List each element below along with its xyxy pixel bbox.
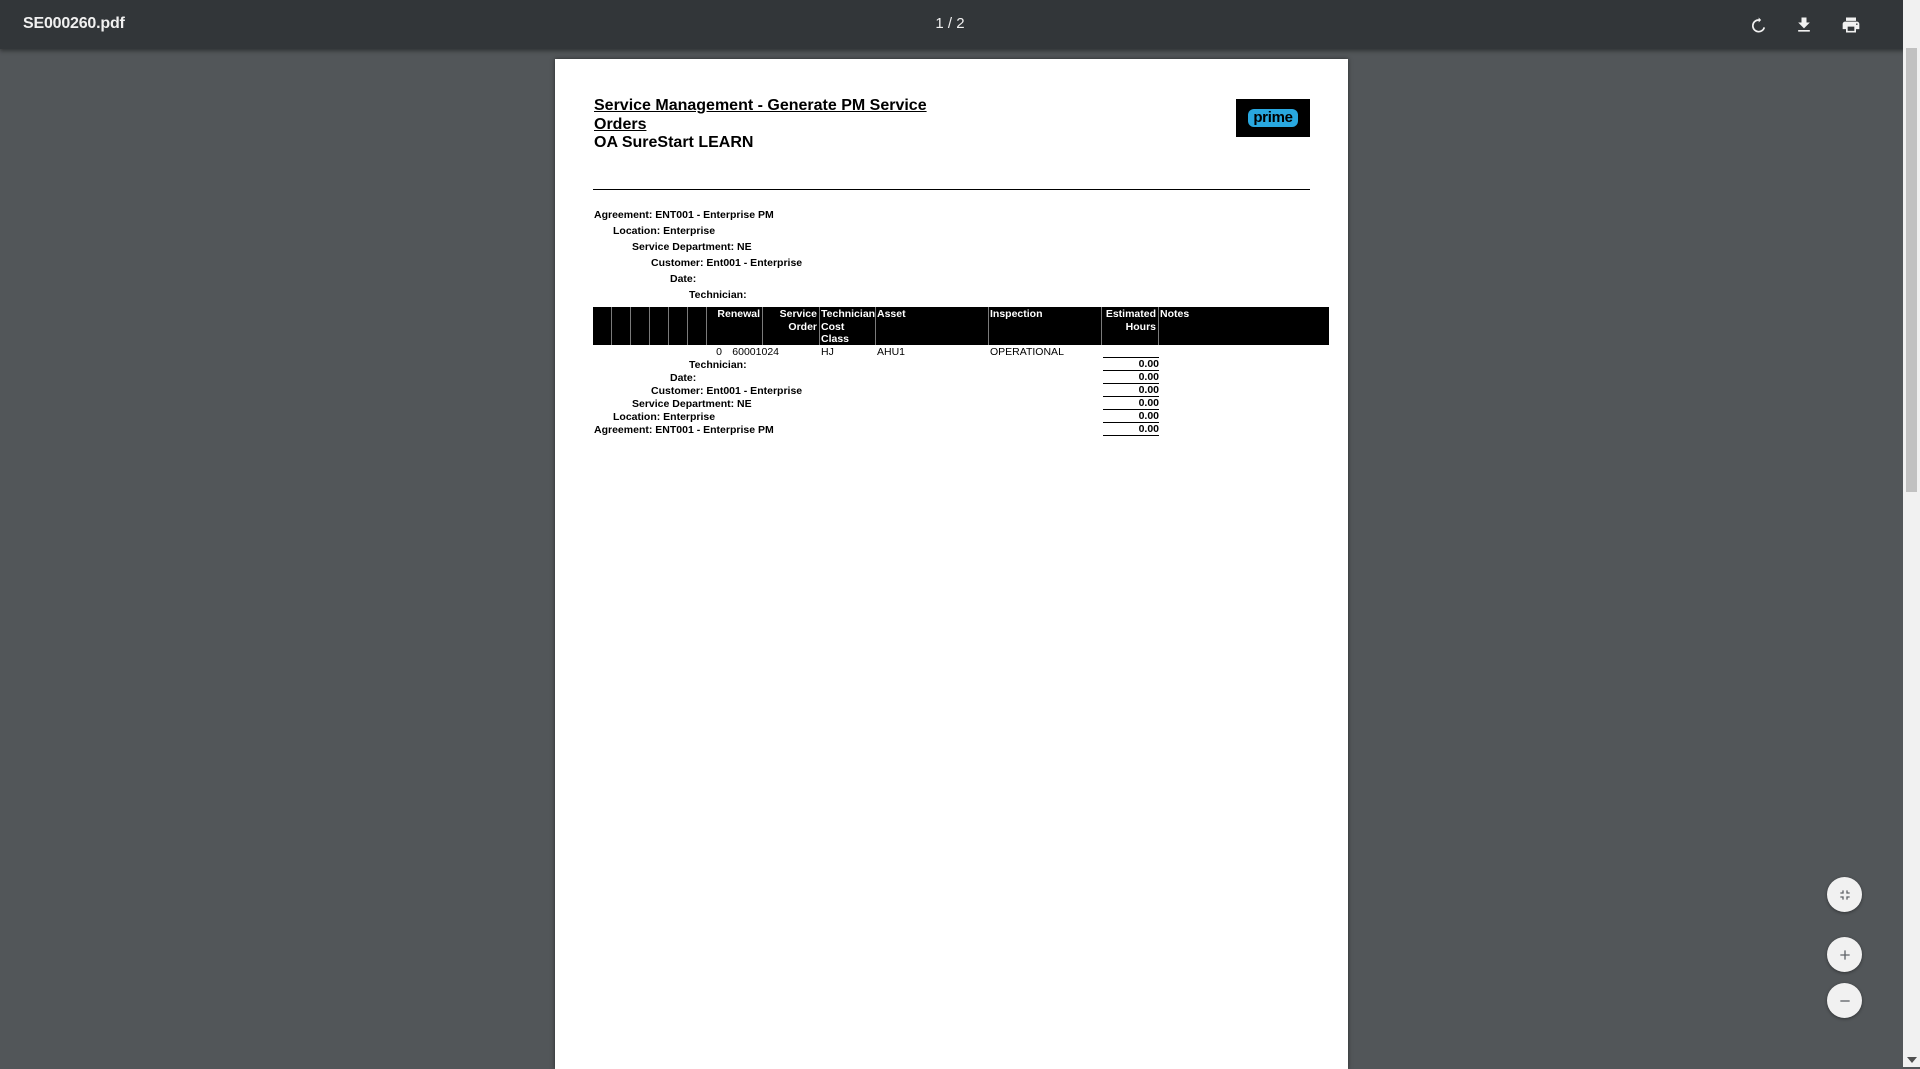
cell-tech-cost-class: HJ xyxy=(821,346,834,358)
pdf-page: Service Management - Generate PM Service… xyxy=(555,59,1348,1069)
report-title: Service Management - Generate PM Service… xyxy=(594,97,927,133)
column-divider xyxy=(668,307,669,345)
column-header-service-order: Service Order xyxy=(763,307,819,345)
column-divider xyxy=(1158,307,1159,345)
column-header-estimated-hours: Estimated Hours xyxy=(1102,307,1157,345)
column-header-inspection: Inspection xyxy=(990,308,1043,320)
column-header-notes: Notes xyxy=(1160,308,1190,320)
zoom-in-button[interactable] xyxy=(1827,937,1862,972)
total-service-department: 0.00 xyxy=(1103,397,1159,410)
download-button[interactable] xyxy=(1787,8,1820,41)
estimated-hours-line2: Hours xyxy=(1125,320,1156,333)
page-indicator[interactable]: 1 / 2 xyxy=(920,15,980,32)
fit-to-page-icon xyxy=(1839,889,1850,900)
tech-cost-line2: Cost xyxy=(821,320,845,333)
column-divider xyxy=(611,307,612,345)
column-divider xyxy=(630,307,631,345)
zoom-out-button[interactable] xyxy=(1827,983,1862,1018)
column-divider xyxy=(875,307,876,345)
cell-asset: AHU1 xyxy=(877,346,906,358)
service-order-line2: Order xyxy=(788,320,817,333)
total-customer: 0.00 xyxy=(1103,384,1159,397)
technician-footer: Technician: xyxy=(689,359,747,371)
vertical-scrollbar[interactable] xyxy=(1903,0,1920,1067)
service-department-footer: Service Department: NE xyxy=(632,398,752,410)
column-header-renewal: Renewal xyxy=(717,308,760,320)
location-header: Location: Enterprise xyxy=(613,225,716,237)
date-footer: Date: xyxy=(670,372,697,384)
prime-logo: prime xyxy=(1236,99,1310,137)
tech-cost-line1: Technician xyxy=(821,308,876,320)
document-title: SE000260.pdf xyxy=(23,15,125,32)
zoom-in-icon xyxy=(1839,949,1850,960)
fit-to-page-button[interactable] xyxy=(1827,877,1862,912)
rotate-icon xyxy=(1751,17,1765,32)
tech-cost-line3: Class xyxy=(821,333,850,345)
customer-header: Customer: Ent001 - Enterprise xyxy=(651,257,803,269)
table-header: Renewal Service Order Technician Cost Cl… xyxy=(593,307,1329,345)
cell-inspection: OPERATIONAL xyxy=(990,346,1064,358)
column-header-tech-cost-class: Technician Cost Class xyxy=(821,307,877,345)
rotate-button[interactable] xyxy=(1740,8,1773,41)
print-button[interactable] xyxy=(1834,8,1867,41)
cell-service-order: 60001024 xyxy=(732,346,779,358)
estimated-hours-line1: Estimated xyxy=(1105,308,1156,320)
location-footer: Location: Enterprise xyxy=(613,411,716,423)
agreement-header: Agreement: ENT001 - Enterprise PM xyxy=(594,209,774,221)
zoom-out-icon xyxy=(1839,999,1850,1002)
print-icon xyxy=(1842,17,1859,32)
total-technician: 0.00 xyxy=(1103,358,1159,371)
column-header-asset: Asset xyxy=(877,308,906,320)
column-divider xyxy=(649,307,650,345)
agreement-footer: Agreement: ENT001 - Enterprise PM xyxy=(594,424,774,436)
pdf-toolbar: SE000260.pdf 1 / 2 xyxy=(0,0,1920,49)
column-divider xyxy=(687,307,688,345)
scroll-down-arrow-icon[interactable] xyxy=(1907,1057,1917,1063)
logo-text: prime xyxy=(1248,109,1298,127)
column-divider xyxy=(819,307,820,345)
cell-renewal: 0 xyxy=(716,346,722,358)
service-order-line1: Service xyxy=(779,308,817,320)
customer-footer: Customer: Ent001 - Enterprise xyxy=(651,385,803,397)
column-divider xyxy=(988,307,989,345)
total-date: 0.00 xyxy=(1103,371,1159,384)
technician-header: Technician: xyxy=(689,289,747,301)
service-department-header: Service Department: NE xyxy=(632,241,752,253)
scrollbar-thumb[interactable] xyxy=(1906,48,1917,492)
company-name: OA SureStart LEARN xyxy=(594,134,754,151)
total-agreement: 0.00 xyxy=(1103,423,1159,436)
download-icon xyxy=(1797,17,1810,32)
date-header: Date: xyxy=(670,273,697,285)
header-divider xyxy=(593,189,1310,190)
total-location: 0.00 xyxy=(1103,410,1159,423)
